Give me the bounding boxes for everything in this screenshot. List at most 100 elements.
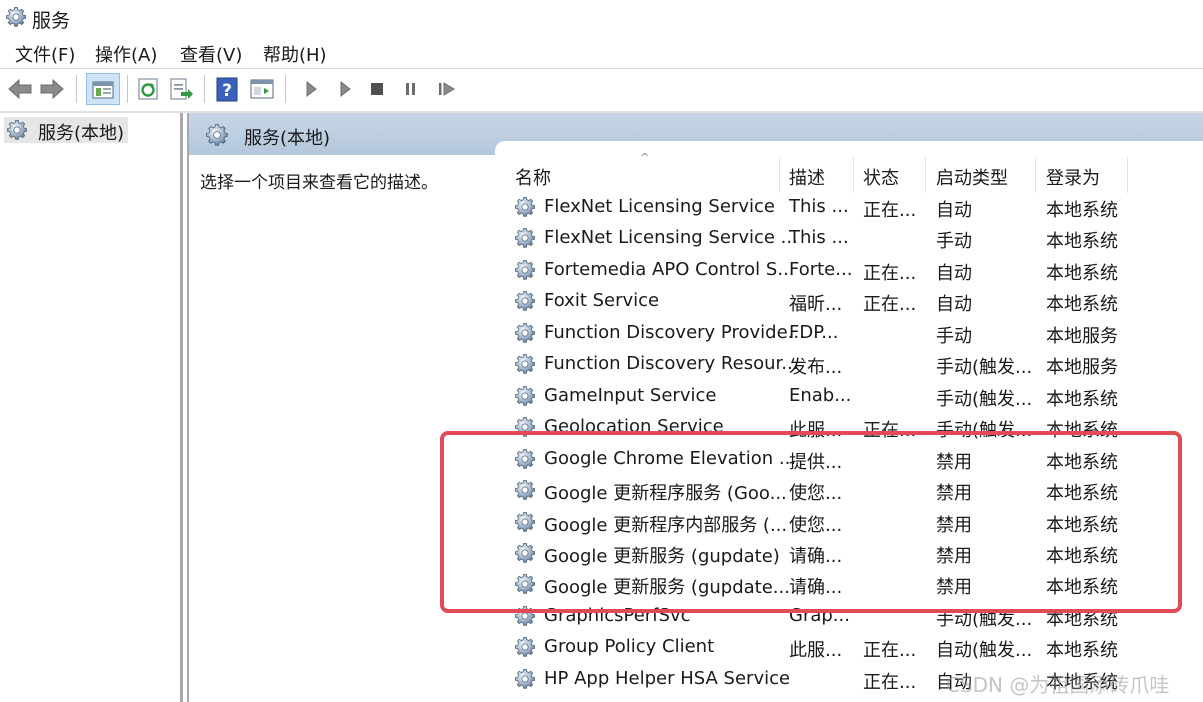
show-console-tree-icon xyxy=(92,81,114,99)
column-header-label: 描述 xyxy=(789,168,825,189)
column-header-label: 状态 xyxy=(863,168,899,189)
column-divider[interactable] xyxy=(925,157,926,193)
column-header-log-on-as[interactable]: 登录为 xyxy=(1046,159,1126,193)
properties-icon[interactable] xyxy=(248,75,276,103)
service-gear-icon xyxy=(514,290,536,312)
service-row[interactable]: Group Policy Client 此服... 正在... 自动(触发... 本地系… xyxy=(514,632,1174,663)
services-gear-icon xyxy=(6,119,28,141)
service-name: Function Discovery Provide... xyxy=(544,321,805,343)
service-logon: 本地服务 xyxy=(1046,357,1118,379)
service-desc: 此服... xyxy=(789,640,843,662)
services-gear-icon xyxy=(205,123,229,147)
column-header-status[interactable]: 状态 xyxy=(863,159,925,193)
services-pane: 服务(本地) 选择一个项目来查看它的描述。 ^ 名称 描述 状态 启动类型 登录… xyxy=(187,113,1203,702)
service-logon: 本地系统 xyxy=(1046,231,1118,253)
export-list-icon[interactable] xyxy=(167,75,195,103)
menu-action[interactable]: 操作(A) xyxy=(95,41,157,67)
column-header-label: 登录为 xyxy=(1046,168,1100,189)
menu-file[interactable]: 文件(F) xyxy=(15,41,75,67)
toolbar-separator xyxy=(127,75,128,103)
service-status: 正在... xyxy=(863,262,917,284)
column-divider[interactable] xyxy=(779,157,780,193)
column-header-label: 名称 xyxy=(515,168,551,189)
service-row[interactable]: FlexNet Licensing Service ... This ... 手动 本… xyxy=(514,223,1174,254)
menu-view[interactable]: 查看(V) xyxy=(180,41,242,67)
service-gear-icon xyxy=(514,668,536,690)
service-startup: 手动(触发... xyxy=(936,357,1033,379)
service-status: 正在... xyxy=(863,671,917,693)
service-name: GameInput Service xyxy=(544,384,717,406)
console-tree: 服务(本地) xyxy=(0,113,183,702)
service-desc: Forte... xyxy=(789,258,853,280)
service-status: 正在... xyxy=(863,640,917,662)
back-arrow-icon[interactable] xyxy=(6,75,34,103)
service-gear-icon xyxy=(514,196,536,218)
service-row[interactable]: Function Discovery Provide... FDP... 手动 本地服… xyxy=(514,318,1174,349)
watermark: CSDN @为祖国添砖爪哇 xyxy=(946,673,1170,697)
column-header-startup-type[interactable]: 启动类型 xyxy=(936,159,1036,193)
service-gear-icon xyxy=(514,353,536,375)
service-name: Fortemedia APO Control S... xyxy=(544,258,795,280)
service-desc: FDP... xyxy=(789,321,839,343)
menu-bar: 文件(F) 操作(A) 查看(V) 帮助(H) xyxy=(0,36,1203,69)
service-name: Function Discovery Resour... xyxy=(544,353,799,375)
service-logon: 本地系统 xyxy=(1046,640,1118,662)
service-gear-icon xyxy=(514,259,536,281)
service-row[interactable]: GameInput Service Enab... 手动(触发... 本地系统 xyxy=(514,381,1174,412)
window-title: 服务 xyxy=(32,10,71,32)
service-row[interactable]: Fortemedia APO Control S... Forte... 正在...… xyxy=(514,255,1174,286)
service-name: FlexNet Licensing Service xyxy=(544,196,775,217)
stop-service-icon[interactable] xyxy=(364,75,392,103)
service-name: HP App Helper HSA Service xyxy=(544,667,791,689)
title-bar: 服务 xyxy=(0,0,1203,36)
service-logon: 本地系统 xyxy=(1046,388,1118,410)
service-row[interactable]: Foxit Service 福昕... 正在... 自动 本地系统 xyxy=(514,286,1174,317)
refresh-icon[interactable] xyxy=(134,75,162,103)
resume-service-icon[interactable] xyxy=(432,75,460,103)
forward-arrow-icon[interactable] xyxy=(38,75,66,103)
toolbar-separator xyxy=(204,75,205,103)
pause-service-icon[interactable] xyxy=(397,75,425,103)
toolbar-separator xyxy=(285,75,286,103)
service-logon: 本地系统 xyxy=(1046,200,1118,221)
service-gear-icon xyxy=(514,385,536,407)
service-gear-icon xyxy=(514,227,536,249)
column-header-description[interactable]: 描述 xyxy=(789,159,853,193)
annotation-highlight-box xyxy=(440,431,1182,613)
service-startup: 手动 xyxy=(936,231,972,253)
service-desc: This ... xyxy=(789,196,849,217)
menu-help[interactable]: 帮助(H) xyxy=(263,41,327,67)
service-desc: Enab... xyxy=(789,384,852,406)
start-service-alt-icon[interactable] xyxy=(330,75,358,103)
service-gear-icon xyxy=(514,322,536,344)
service-row[interactable]: Function Discovery Resour... 发布... 手动(触发..… xyxy=(514,349,1174,380)
service-logon: 本地系统 xyxy=(1046,294,1118,316)
service-gear-icon xyxy=(514,636,536,658)
service-startup: 自动 xyxy=(936,262,972,284)
services-gear-icon xyxy=(5,6,27,28)
toolbar: ? xyxy=(0,69,1203,113)
help-icon[interactable]: ? xyxy=(213,75,241,103)
service-startup: 手动(触发... xyxy=(936,388,1033,410)
show-console-tree-button[interactable] xyxy=(86,73,120,105)
service-startup: 自动(触发... xyxy=(936,640,1033,662)
start-service-icon[interactable] xyxy=(297,75,325,103)
column-divider[interactable] xyxy=(1127,157,1128,193)
service-desc: This ... xyxy=(789,227,849,249)
service-logon: 本地系统 xyxy=(1046,262,1118,284)
service-row[interactable]: FlexNet Licensing Service This ... 正在... 自动… xyxy=(514,192,1174,223)
description-hint: 选择一个项目来查看它的描述。 xyxy=(200,173,438,193)
service-startup: 手动 xyxy=(936,325,972,347)
service-desc: 发布... xyxy=(789,357,843,379)
service-logon: 本地服务 xyxy=(1046,325,1118,347)
svg-text:?: ? xyxy=(222,81,232,101)
service-startup: 自动 xyxy=(936,294,972,316)
column-divider[interactable] xyxy=(1035,157,1036,193)
column-divider[interactable] xyxy=(853,157,854,193)
extended-tab-corner xyxy=(495,141,1203,155)
service-status: 正在... xyxy=(863,200,917,221)
tree-node-services-local[interactable]: 服务(本地) xyxy=(4,117,128,144)
pane-header-title: 服务(本地) xyxy=(244,128,331,149)
service-name: Group Policy Client xyxy=(544,636,715,658)
column-header-name[interactable]: 名称 xyxy=(515,159,779,193)
